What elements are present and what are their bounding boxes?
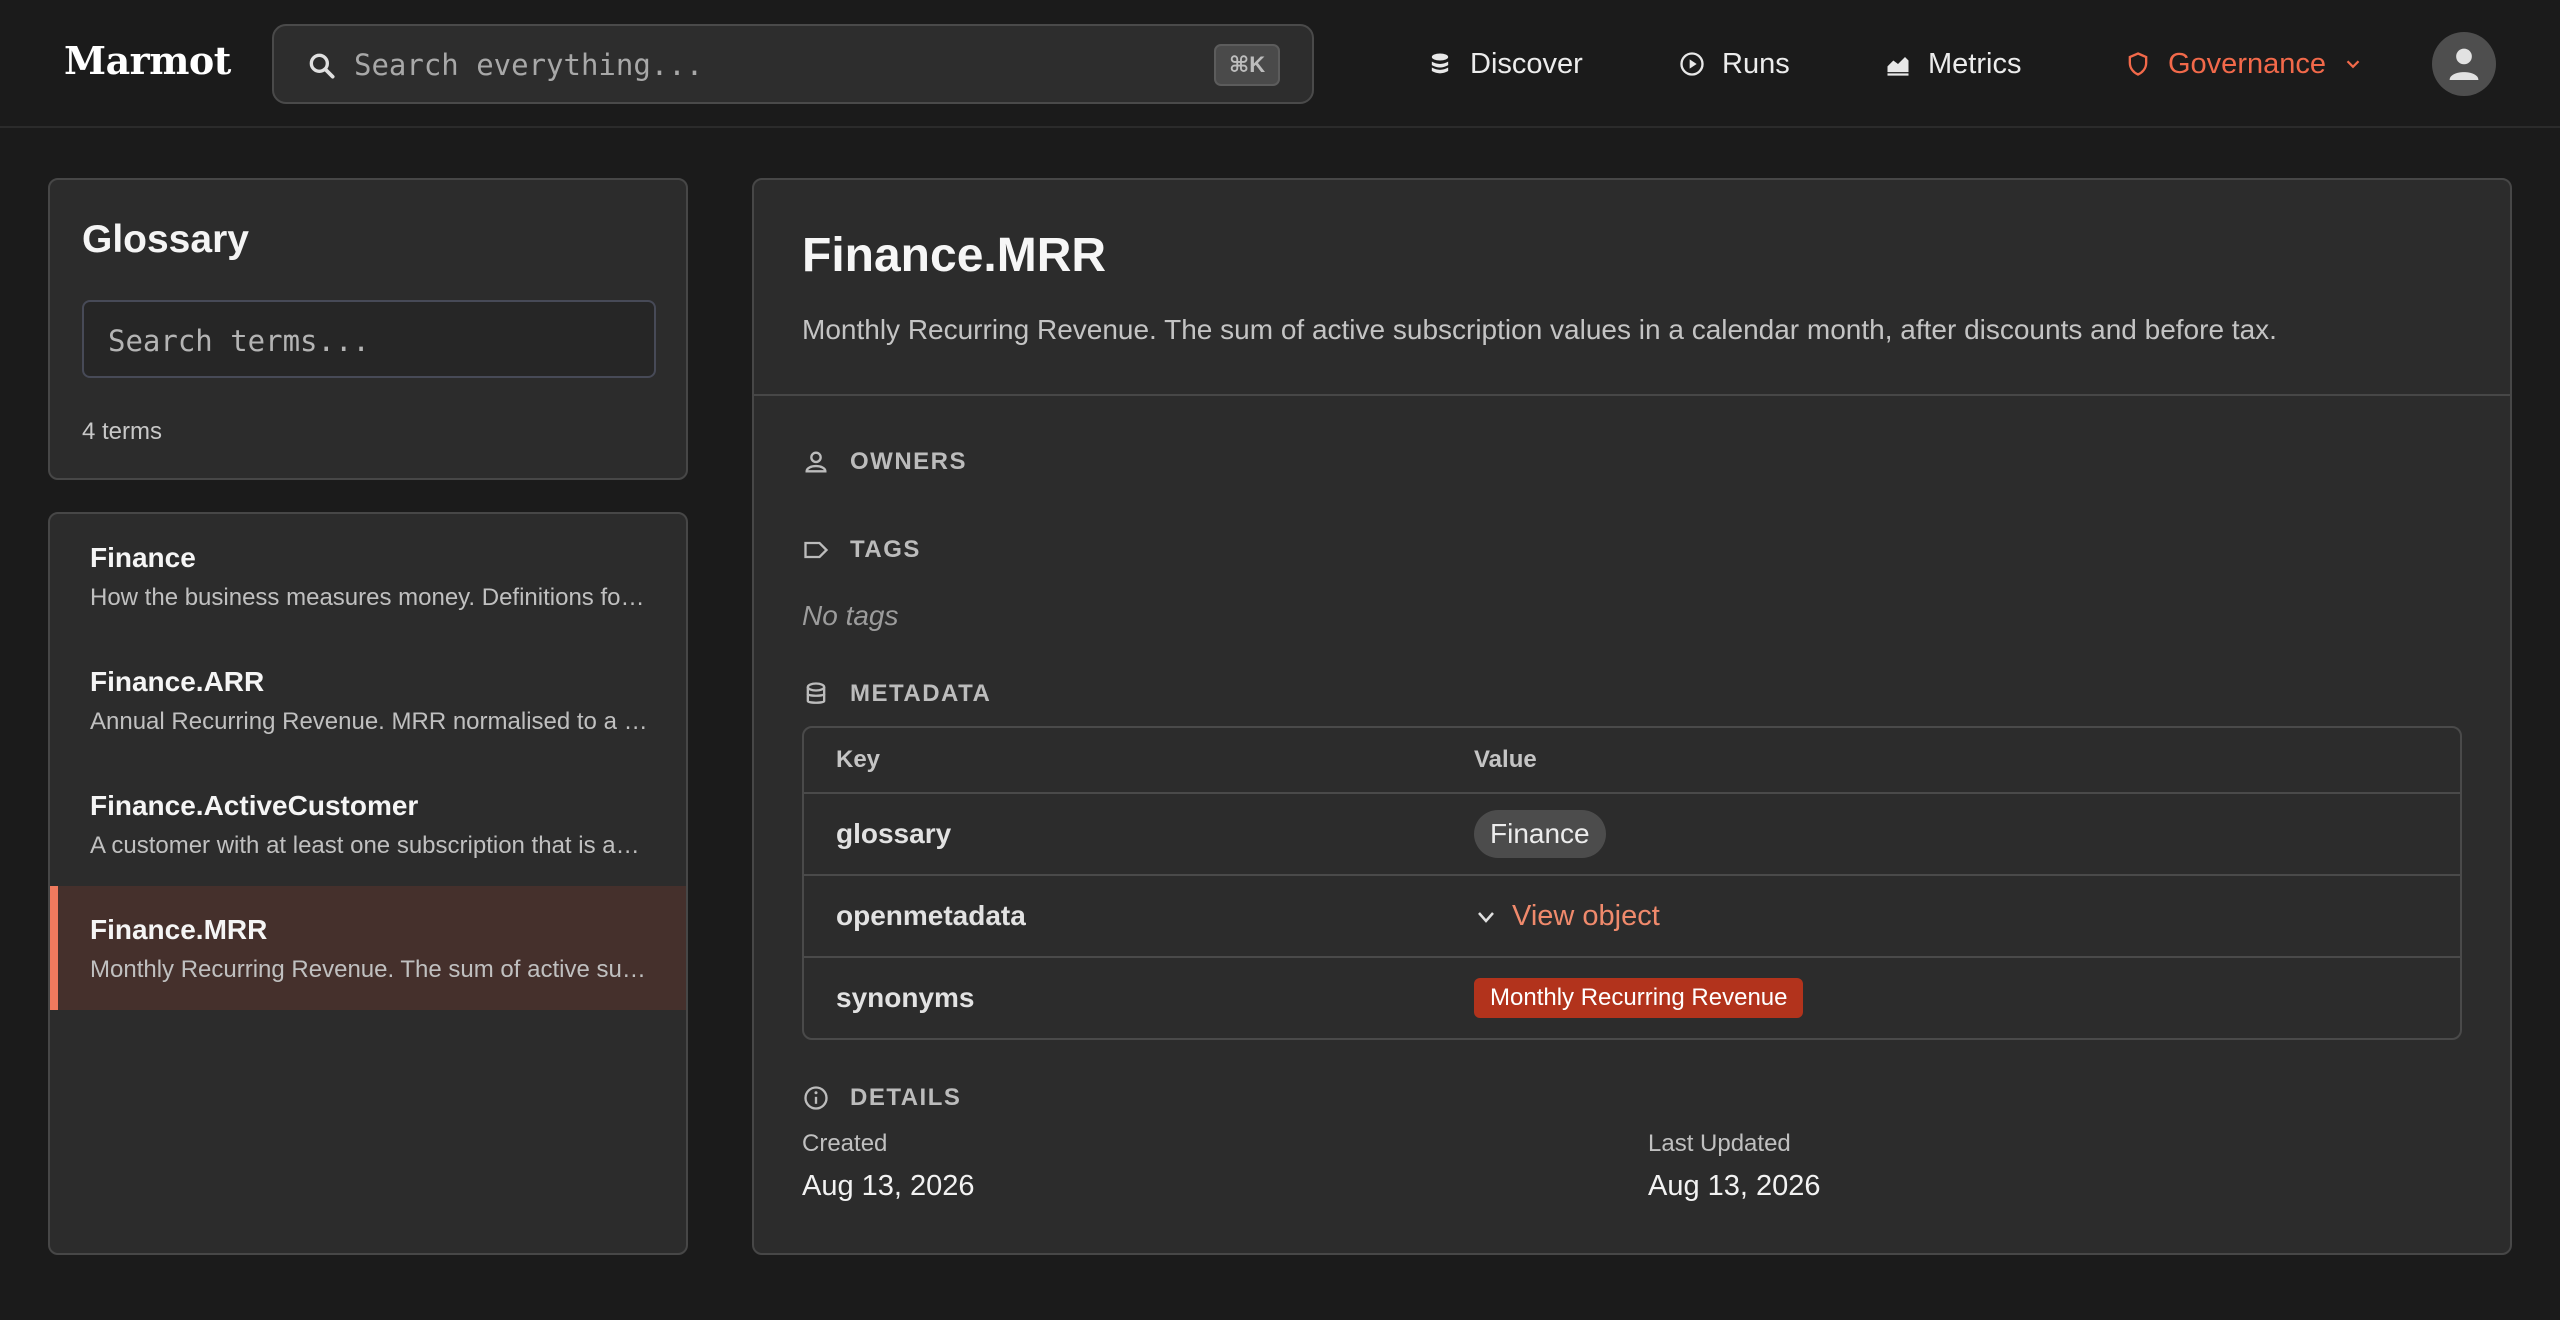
database-icon xyxy=(1431,53,1449,74)
metadata-key: synonyms xyxy=(836,982,975,1013)
chart-area-icon xyxy=(1887,57,1909,76)
term-detail-title: Finance.MRR xyxy=(802,229,1107,282)
search-icon xyxy=(309,53,335,79)
glossary-term-list: Finance How the business measures money.… xyxy=(48,512,688,1255)
details-label: DETAILS xyxy=(850,1084,962,1111)
user-icon xyxy=(2449,48,2479,80)
nav-metrics[interactable]: Metrics xyxy=(1884,40,2021,88)
user-avatar[interactable] xyxy=(2432,32,2496,96)
search-shortcut-badge: ⌘K xyxy=(1214,44,1280,86)
table-row: openmetadata View object xyxy=(804,876,2460,958)
last-updated-value: Aug 13, 2026 xyxy=(1648,1170,1821,1202)
nav-discover-label: Discover xyxy=(1470,47,1583,80)
term-description: Annual Recurring Revenue. MRR normalised… xyxy=(90,708,650,735)
metadata-label: METADATA xyxy=(850,680,992,707)
term-detail-description: Monthly Recurring Revenue. The sum of ac… xyxy=(802,314,2277,345)
table-header: Key Value xyxy=(804,728,2460,794)
shield-icon xyxy=(2128,52,2148,76)
term-title: Finance xyxy=(90,542,196,573)
nav-runs-label: Runs xyxy=(1722,47,1790,80)
term-title: Finance.ARR xyxy=(90,666,265,697)
divider xyxy=(754,394,2510,396)
term-description: How the business measures money. Definit… xyxy=(90,584,650,611)
glossary-title: Glossary xyxy=(82,218,249,261)
list-item[interactable]: Finance.ActiveCustomer A customer with a… xyxy=(50,762,686,886)
term-count: 4 terms xyxy=(82,418,163,445)
nav-metrics-label: Metrics xyxy=(1928,47,2022,80)
chevron-down-icon xyxy=(2346,60,2360,69)
details-section-label: DETAILS xyxy=(802,1084,961,1112)
view-object-toggle[interactable]: View object xyxy=(1474,900,1660,933)
list-item[interactable]: Finance How the business measures money.… xyxy=(50,514,686,638)
search-placeholder: Search everything... xyxy=(354,48,704,82)
table-row: synonyms Monthly Recurring Revenue xyxy=(804,958,2460,1038)
term-detail-panel: Finance.MRR Monthly Recurring Revenue. T… xyxy=(752,178,2512,1255)
info-icon xyxy=(804,1086,828,1110)
tags-label: TAGS xyxy=(850,536,921,563)
no-tags-text: No tags xyxy=(802,600,899,631)
nav-discover[interactable]: Discover xyxy=(1426,40,1583,88)
created-value: Aug 13, 2026 xyxy=(802,1170,975,1202)
view-object-label: View object xyxy=(1512,900,1660,932)
nav-runs[interactable]: Runs xyxy=(1678,40,1790,88)
term-search-placeholder: Search terms... xyxy=(108,324,370,358)
last-updated-label: Last Updated xyxy=(1648,1130,1791,1157)
tags-section-label: TAGS xyxy=(802,536,921,564)
term-title: Finance.MRR xyxy=(90,914,268,945)
term-description: Monthly Recurring Revenue. The sum of ac… xyxy=(90,956,650,983)
top-bar: Marmot Search everything... ⌘K Discover … xyxy=(0,0,2560,128)
term-description: A customer with at least one subscriptio… xyxy=(90,832,650,859)
global-search-input[interactable]: Search everything... ⌘K xyxy=(272,24,1314,104)
created-label: Created xyxy=(802,1130,888,1157)
metadata-key: glossary xyxy=(836,818,952,849)
column-header-value: Value xyxy=(1474,746,1537,773)
metadata-key: openmetadata xyxy=(836,900,1026,931)
list-item[interactable]: Finance.ARR Annual Recurring Revenue. MR… xyxy=(50,638,686,762)
play-circle-icon xyxy=(1680,52,1704,76)
column-header-key: Key xyxy=(836,746,881,773)
nav-governance[interactable]: Governance xyxy=(2124,40,2364,88)
table-row: glossary Finance xyxy=(804,794,2460,876)
chevron-down-icon xyxy=(1478,911,1494,923)
list-item-selected[interactable]: Finance.MRR Monthly Recurring Revenue. T… xyxy=(50,886,686,1010)
metadata-section-label: METADATA xyxy=(802,680,991,708)
nav-governance-label: Governance xyxy=(2168,47,2326,80)
user-outline-icon xyxy=(805,451,827,473)
app-logo[interactable]: Marmot xyxy=(64,38,231,83)
term-title: Finance.ActiveCustomer xyxy=(90,790,419,821)
term-search-input[interactable]: Search terms... xyxy=(82,300,656,378)
owners-label: OWNERS xyxy=(850,448,967,475)
tag-icon xyxy=(804,541,829,559)
database-outline-icon xyxy=(806,682,826,704)
synonym-badge: Monthly Recurring Revenue xyxy=(1474,978,1804,1018)
glossary-header-panel: Glossary Search terms... 4 terms xyxy=(48,178,688,480)
metadata-table: Key Value glossary Finance openmetadata … xyxy=(802,726,2462,1040)
glossary-chip[interactable]: Finance xyxy=(1474,810,1606,858)
owners-section-label: OWNERS xyxy=(802,448,967,476)
